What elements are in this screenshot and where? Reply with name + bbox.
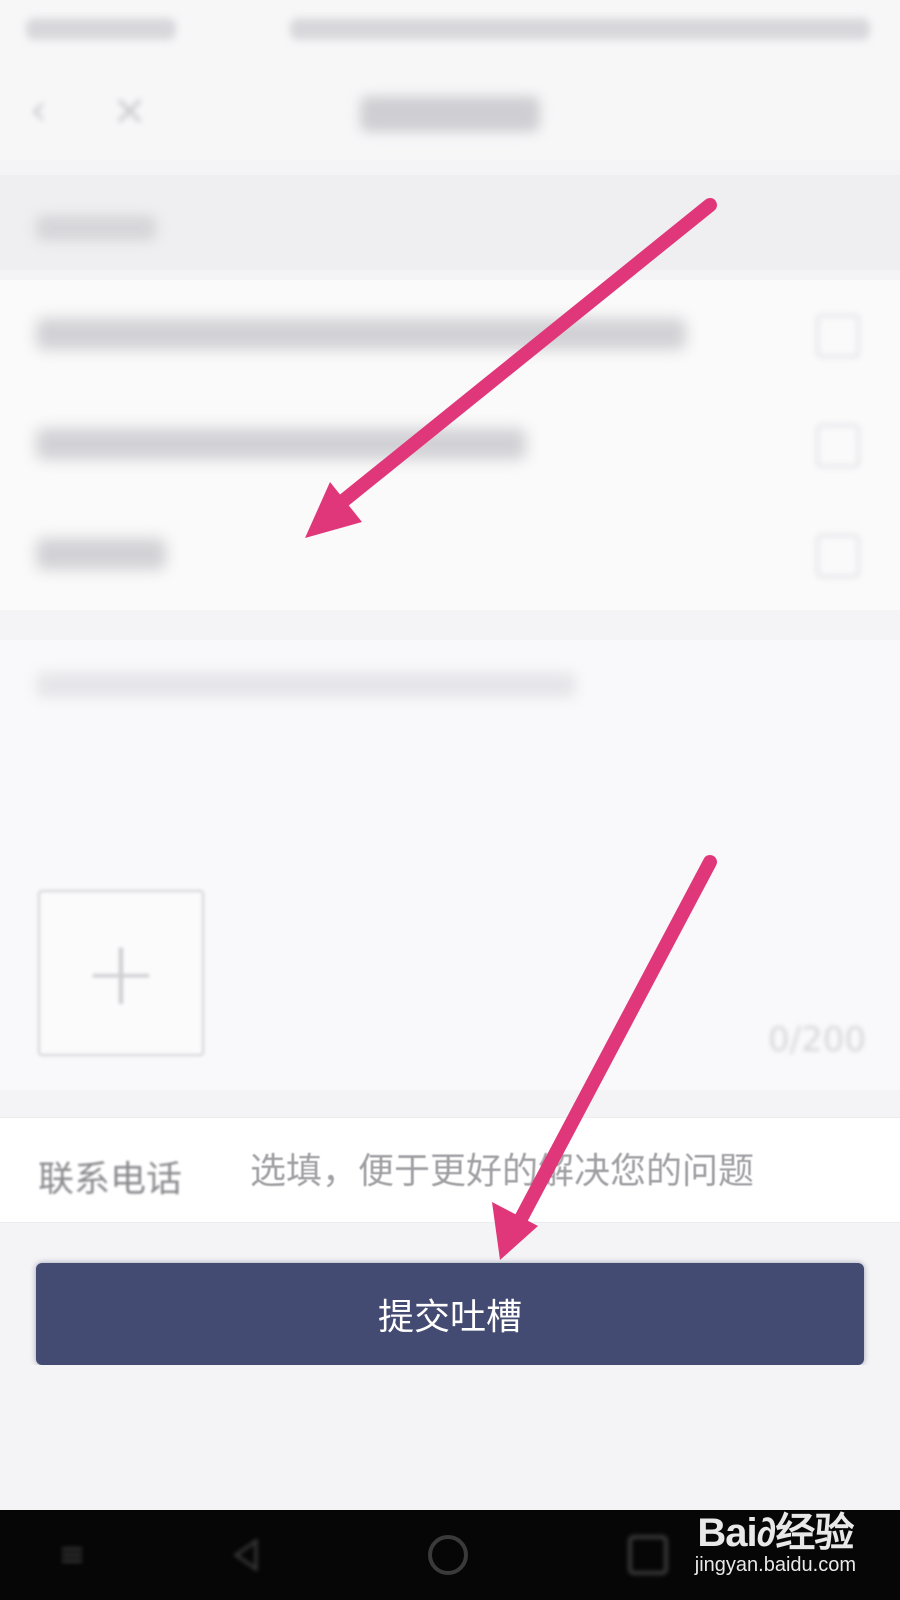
section-header-text (36, 215, 156, 241)
status-bar (0, 0, 900, 60)
feedback-textarea[interactable] (36, 672, 576, 698)
watermark-logo: Bai∂经验 (697, 1511, 854, 1555)
chevron-left-icon[interactable]: ‹ (30, 89, 70, 131)
carrier-info (26, 18, 176, 40)
section-header (0, 175, 900, 270)
back-triangle-icon[interactable] (226, 1535, 266, 1575)
option-label (36, 318, 686, 350)
image-upload-button[interactable]: + (38, 890, 204, 1056)
nav-bar: ‹ × (0, 60, 900, 160)
bottom-spacer (0, 1365, 900, 1510)
contact-phone-label: 联系电话 (38, 1159, 183, 1200)
watermark-url: jingyan.baidu.com (694, 1554, 856, 1576)
home-circle-icon[interactable] (428, 1535, 468, 1575)
menu-icon[interactable] (52, 1535, 92, 1575)
recent-square-icon[interactable] (628, 1535, 668, 1575)
submit-button[interactable]: 提交吐槽 (36, 1263, 864, 1365)
option-list (0, 280, 900, 610)
option-item[interactable] (0, 280, 900, 390)
contact-phone-input[interactable] (250, 1146, 780, 1196)
option-label (36, 428, 526, 460)
option-label (36, 538, 166, 570)
page-title (360, 96, 540, 132)
checkbox[interactable] (816, 424, 860, 468)
char-counter: 0/200 (768, 1020, 866, 1060)
plus-icon: + (83, 920, 159, 1026)
contact-phone-row: 联系电话 (0, 1117, 900, 1223)
option-item[interactable] (0, 390, 900, 500)
checkbox[interactable] (816, 534, 860, 578)
checkbox[interactable] (816, 314, 860, 358)
feedback-area[interactable]: + 0/200 (0, 640, 900, 1090)
status-icons (290, 18, 870, 40)
close-icon[interactable]: × (112, 89, 152, 131)
watermark: Bai∂经验 jingyan.baidu.com (695, 1500, 856, 1577)
option-item[interactable] (0, 500, 900, 610)
